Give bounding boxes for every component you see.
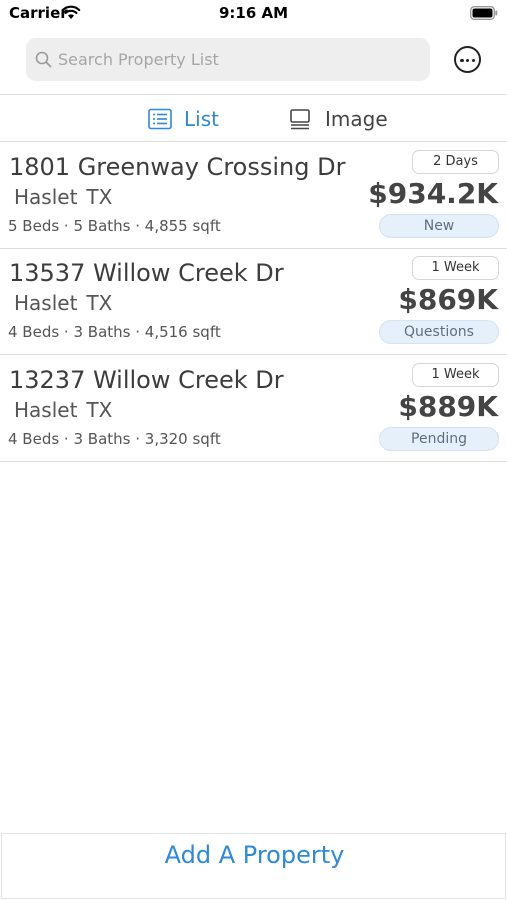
property-row[interactable]: 13537 Willow Creek Dr Haslet TX 4 Beds · … [0,248,507,354]
battery-icon [470,6,498,20]
listing-age-badge: 1 Week [412,363,499,387]
property-specs: 4 Beds · 3 Baths · 4,516 sqft [8,323,221,341]
tab-list[interactable]: List [148,104,219,134]
property-address: 13537 Willow Creek Dr [9,259,284,287]
property-city-state: Haslet TX [14,185,112,209]
property-state: TX [86,185,113,209]
property-price: $889K [398,390,498,423]
search-icon [35,51,52,68]
property-city-state: Haslet TX [14,398,112,422]
property-address: 13237 Willow Creek Dr [9,366,284,394]
status-time: 9:16 AM [218,4,289,22]
property-city: Haslet [14,185,78,209]
add-property-button[interactable]: Add A Property [1,833,506,899]
more-options-button[interactable] [454,46,481,73]
image-icon [290,109,310,130]
property-price: $934.2K [368,177,498,210]
property-state: TX [86,398,113,422]
property-row[interactable]: 13237 Willow Creek Dr Haslet TX 4 Beds · … [0,355,507,461]
list-icon [148,108,172,130]
property-city: Haslet [14,291,78,315]
property-specs: 4 Beds · 3 Baths · 3,320 sqft [8,430,221,448]
tab-list-label: List [184,107,219,131]
divider [0,94,507,95]
status-bar: Carrier 9:16 AM [0,0,507,30]
search-input[interactable]: Search Property List [26,38,430,81]
status-badge: Questions [379,320,499,344]
divider [0,461,507,462]
property-row[interactable]: 1801 Greenway Crossing Dr Haslet TX 5 Bed… [0,142,507,248]
listing-age-badge: 2 Days [412,150,499,174]
property-city: Haslet [14,398,78,422]
add-property-label: Add A Property [164,841,345,869]
property-state: TX [86,291,113,315]
status-badge: New [379,214,499,238]
property-price: $869K [398,283,498,316]
property-address: 1801 Greenway Crossing Dr [9,153,346,181]
property-specs: 5 Beds · 5 Baths · 4,855 sqft [8,217,221,235]
tab-image-label: Image [325,107,388,131]
search-placeholder: Search Property List [58,50,219,69]
property-city-state: Haslet TX [14,291,112,315]
tab-image[interactable]: Image [289,104,388,134]
property-list-screen: Carrier 9:16 AM Search Property List Lis… [0,0,507,900]
status-badge: Pending [379,427,499,451]
listing-age-badge: 1 Week [412,256,499,280]
